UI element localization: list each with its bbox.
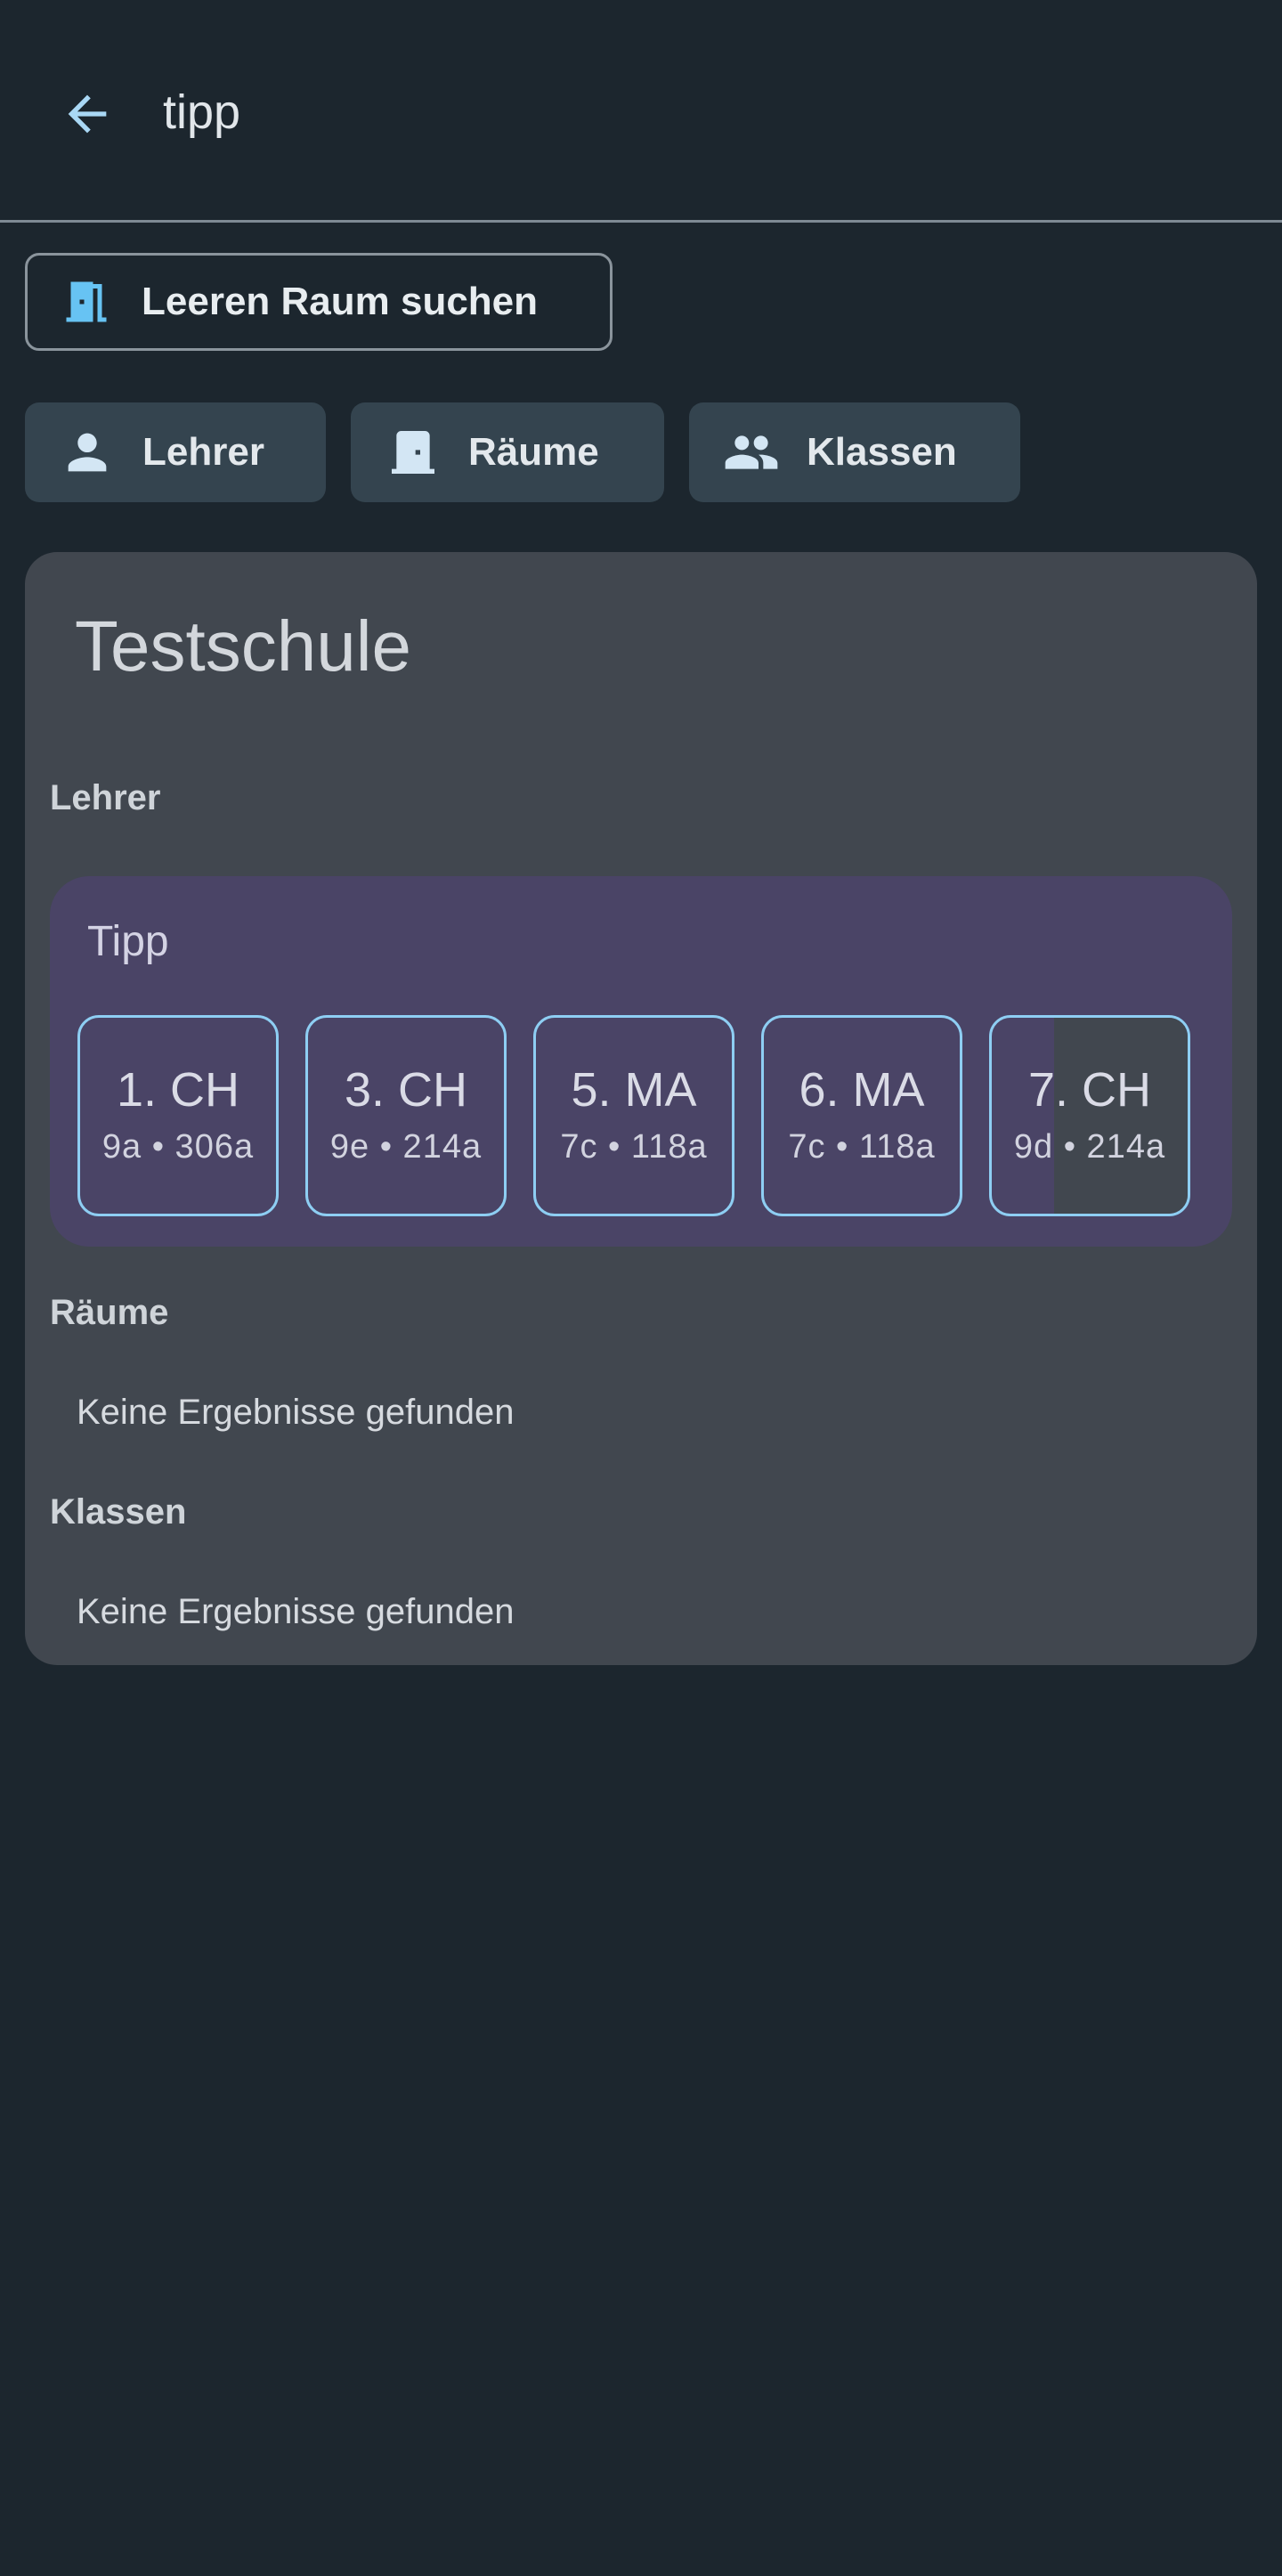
chip-rooms-label: Räume (468, 430, 599, 474)
lesson-card-current[interactable]: 7. CH 9d • 214a (989, 1015, 1190, 1216)
section-rooms-label: Räume (50, 1293, 169, 1332)
chip-teachers[interactable]: Lehrer (25, 402, 326, 502)
back-button[interactable] (45, 71, 130, 157)
arrow-back-icon (68, 94, 107, 134)
group-icon (723, 424, 780, 481)
lesson-subject: 5. MA (571, 1063, 697, 1117)
school-results-card: Testschule Lehrer Tipp 1. CH 9a • 306a 3… (25, 552, 1257, 1665)
lesson-meta: 9e • 214a (329, 1128, 483, 1166)
lesson-card[interactable]: 1. CH 9a • 306a (77, 1015, 279, 1216)
door-open-icon (60, 272, 113, 331)
rooms-empty-text: Keine Ergebnisse gefunden (77, 1393, 515, 1432)
classes-empty-text: Keine Ergebnisse gefunden (77, 1592, 515, 1631)
lesson-card[interactable]: 3. CH 9e • 214a (305, 1015, 507, 1216)
lesson-subject: 3. CH (344, 1063, 468, 1117)
search-query[interactable]: tipp (163, 80, 240, 144)
lesson-meta: 7c • 118a (560, 1128, 708, 1166)
section-teachers-label: Lehrer (50, 778, 161, 817)
lesson-subject: 6. MA (799, 1063, 925, 1117)
chip-teachers-label: Lehrer (142, 430, 264, 474)
person-icon (59, 424, 116, 481)
lesson-card[interactable]: 6. MA 7c • 118a (761, 1015, 962, 1216)
chip-rooms[interactable]: Räume (351, 402, 664, 502)
lesson-meta: 9d • 214a (1013, 1128, 1166, 1166)
teacher-name: Tipp (87, 918, 169, 965)
lesson-meta: 9a • 306a (101, 1128, 255, 1166)
find-empty-room-label: Leeren Raum suchen (142, 280, 539, 323)
section-classes-label: Klassen (50, 1492, 187, 1532)
find-empty-room-button[interactable]: Leeren Raum suchen (25, 253, 613, 351)
door-icon (385, 424, 442, 481)
chip-classes-label: Klassen (807, 430, 957, 474)
lesson-subject: 1. CH (116, 1063, 240, 1117)
teacher-result-tile[interactable]: Tipp 1. CH 9a • 306a 3. CH 9e • 214a 5. … (50, 876, 1232, 1247)
lesson-subject: 7. CH (1027, 1063, 1152, 1117)
chip-classes[interactable]: Klassen (689, 402, 1020, 502)
school-title: Testschule (75, 606, 411, 686)
lesson-meta: 7c • 118a (788, 1128, 936, 1166)
lesson-card[interactable]: 5. MA 7c • 118a (533, 1015, 734, 1216)
app-bar: tipp (0, 0, 1282, 223)
